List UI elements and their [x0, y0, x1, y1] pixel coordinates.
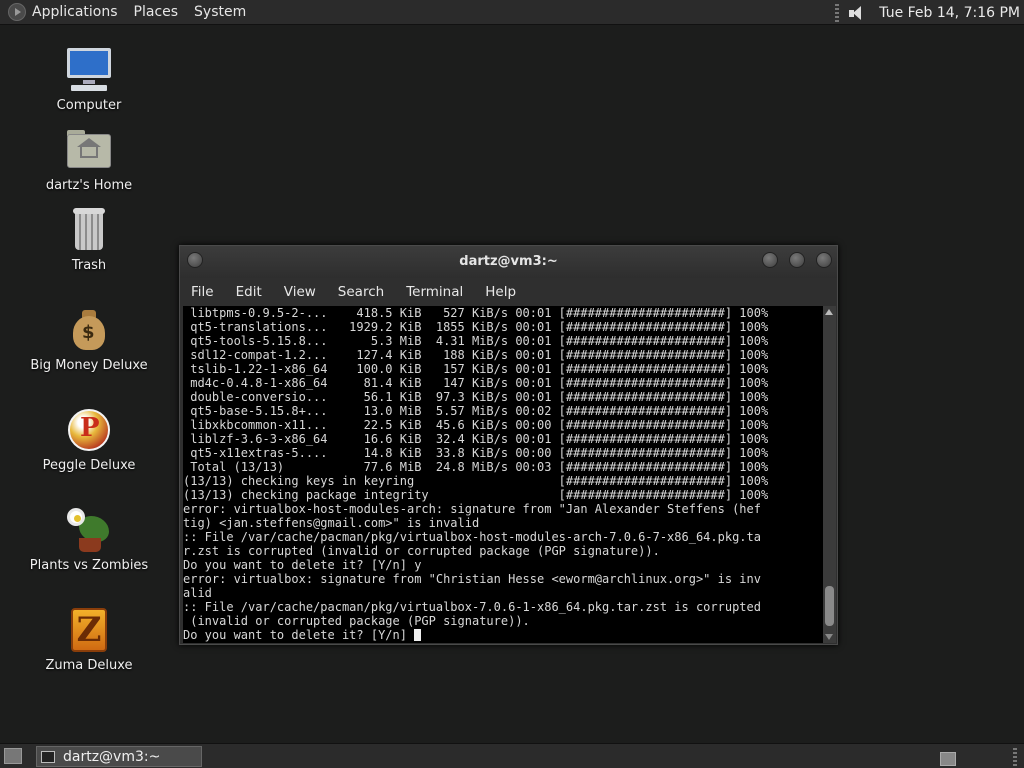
volume-icon[interactable]	[847, 4, 869, 22]
panel-grip-icon	[835, 3, 840, 22]
menu-edit[interactable]: Edit	[236, 284, 262, 300]
window-titlebar[interactable]: dartz@vm3:~	[180, 246, 837, 278]
peggle-icon: P	[65, 406, 113, 454]
taskbar-item-terminal[interactable]: dartz@vm3:~	[36, 746, 202, 767]
desktop-icon-label: dartz's Home	[45, 178, 133, 193]
terminal-line: (13/13) checking keys in keyring [######…	[183, 474, 769, 488]
terminal-line: error: virtualbox: signature from "Chris…	[183, 572, 761, 586]
plants-icon	[65, 506, 113, 554]
desktop-icon-label: Plants vs Zombies	[29, 558, 149, 573]
desktop-icon-zuma[interactable]: Z Zuma Deluxe	[24, 606, 154, 673]
terminal-line: qt5-tools-5.15.8... 5.3 MiB 4.31 MiB/s 0…	[183, 334, 769, 348]
terminal-line: tig) <jan.steffens@gmail.com>" is invali…	[183, 516, 480, 530]
menu-help[interactable]: Help	[485, 284, 516, 300]
menu-file[interactable]: File	[191, 284, 214, 300]
terminal-line: libtpms-0.9.5-2-... 418.5 KiB 527 KiB/s …	[183, 306, 769, 320]
menu-places[interactable]: Places	[134, 4, 179, 20]
terminal-line: :: File /var/cache/pacman/pkg/virtualbox…	[183, 600, 761, 614]
terminal-line: liblzf-3.6-3-x86_64 16.6 KiB 32.4 KiB/s …	[183, 432, 769, 446]
close-icon[interactable]	[816, 252, 832, 268]
window-title: dartz@vm3:~	[459, 254, 558, 269]
terminal-line: r.zst is corrupted (invalid or corrupted…	[183, 544, 660, 558]
terminal-prompt: Do you want to delete it? [Y/n]	[183, 628, 415, 642]
panel-grip-icon	[1013, 748, 1017, 766]
show-desktop-icon[interactable]	[4, 748, 22, 764]
terminal-line: double-conversio... 56.1 KiB 97.3 KiB/s …	[183, 390, 769, 404]
terminal-output[interactable]: libtpms-0.9.5-2-... 418.5 KiB 527 KiB/s …	[183, 306, 823, 643]
menu-view[interactable]: View	[284, 284, 316, 300]
terminal-line: (invalid or corrupted package (PGP signa…	[183, 614, 530, 628]
terminal-line: Do you want to delete it? [Y/n] y	[183, 558, 422, 572]
desktop-icon-computer[interactable]: Computer	[24, 46, 154, 113]
desktop-icon-label: Big Money Deluxe	[30, 358, 148, 373]
distro-logo-icon[interactable]	[8, 3, 26, 21]
home-folder-icon	[65, 126, 113, 174]
terminal-line: :: File /var/cache/pacman/pkg/virtualbox…	[183, 530, 761, 544]
trash-icon	[65, 206, 113, 254]
terminal-prompt-line[interactable]: Do you want to delete it? [Y/n]	[183, 628, 823, 642]
money-bag-icon: $	[65, 306, 113, 354]
bottom-panel: dartz@vm3:~	[0, 743, 1024, 768]
terminal-icon	[41, 750, 55, 763]
scroll-down-arrow-icon[interactable]	[825, 634, 833, 640]
terminal-line: qt5-translations... 1929.2 KiB 1855 KiB/…	[183, 320, 769, 334]
terminal-line: qt5-base-5.15.8+... 13.0 MiB 5.57 MiB/s …	[183, 404, 769, 418]
taskbar-item-label: dartz@vm3:~	[63, 748, 161, 765]
top-panel-tray: Tue Feb 14, 7:16 PM	[835, 0, 1024, 25]
terminal-line: libxkbcommon-x11... 22.5 KiB 45.6 KiB/s …	[183, 418, 769, 432]
menu-search[interactable]: Search	[338, 284, 384, 300]
desktop-icon-trash[interactable]: Trash	[24, 206, 154, 273]
workspace-switcher-icon[interactable]	[940, 752, 956, 766]
terminal-menubar: File Edit View Search Terminal Help	[180, 278, 837, 306]
desktop-icon-label: Trash	[71, 258, 107, 273]
maximize-icon[interactable]	[789, 252, 805, 268]
menu-system[interactable]: System	[194, 4, 246, 20]
computer-icon	[65, 46, 113, 94]
menu-terminal[interactable]: Terminal	[406, 284, 463, 300]
terminal-line: Total (13/13) 77.6 MiB 24.8 MiB/s 00:03 …	[183, 460, 769, 474]
desktop-icon-peggle[interactable]: P Peggle Deluxe	[24, 406, 154, 473]
terminal-line: md4c-0.4.8-1-x86_64 81.4 KiB 147 KiB/s 0…	[183, 376, 769, 390]
terminal-scrollbar[interactable]	[823, 306, 836, 643]
top-panel: Applications Places System Tue Feb 14, 7…	[0, 0, 1024, 25]
desktop-icon-plants-vs-zombies[interactable]: Plants vs Zombies	[24, 506, 154, 573]
terminal-line: sdl12-compat-1.2... 127.4 KiB 188 KiB/s …	[183, 348, 769, 362]
desktop-icon-home[interactable]: dartz's Home	[24, 126, 154, 193]
scroll-up-arrow-icon[interactable]	[825, 309, 833, 315]
text-cursor	[414, 629, 422, 641]
clock[interactable]: Tue Feb 14, 7:16 PM	[879, 5, 1020, 21]
terminal-line: alid	[183, 586, 212, 600]
terminal-line: error: virtualbox-host-modules-arch: sig…	[183, 502, 761, 516]
terminal-window[interactable]: dartz@vm3:~ File Edit View Search Termin…	[179, 245, 838, 645]
scrollbar-thumb[interactable]	[825, 586, 834, 626]
zuma-icon: Z	[65, 606, 113, 654]
menu-applications[interactable]: Applications	[32, 4, 118, 20]
desktop-icon-label: Computer	[56, 98, 122, 113]
desktop-icon-big-money[interactable]: $ Big Money Deluxe	[24, 306, 154, 373]
desktop-icon-label: Peggle Deluxe	[42, 458, 136, 473]
desktop-icon-label: Zuma Deluxe	[45, 658, 133, 673]
terminal-line: qt5-x11extras-5.... 14.8 KiB 33.8 KiB/s …	[183, 446, 769, 460]
terminal-line: (13/13) checking package integrity [####…	[183, 488, 769, 502]
minimize-icon[interactable]	[762, 252, 778, 268]
terminal-line: tslib-1.22-1-x86_64 100.0 KiB 157 KiB/s …	[183, 362, 769, 376]
